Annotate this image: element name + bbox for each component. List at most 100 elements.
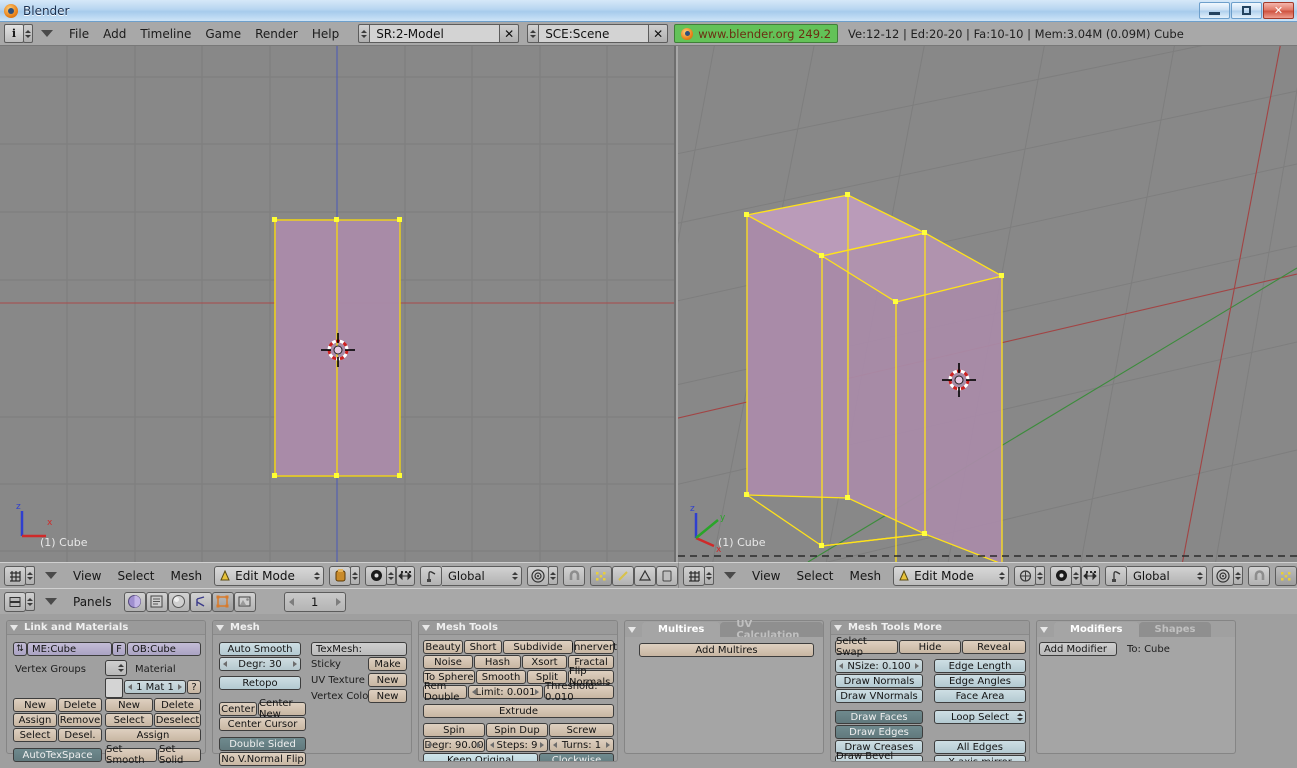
tab-modifiers[interactable]: Modifiers: [1054, 622, 1139, 637]
material-select-button[interactable]: Select: [105, 713, 153, 727]
face-select-mode-left[interactable]: [634, 565, 656, 586]
mesh-browse-icon[interactable]: ⇅: [13, 642, 27, 656]
viewport-left-menu-mesh[interactable]: Mesh: [163, 569, 211, 583]
threshold-slider[interactable]: Threshold: 0.010: [544, 681, 614, 703]
tab-shapes[interactable]: Shapes: [1138, 622, 1212, 637]
screen-selector[interactable]: SR:2-Model ✕: [358, 24, 520, 43]
manipulator-toggle-left[interactable]: [396, 565, 415, 586]
menu-render[interactable]: Render: [248, 27, 305, 41]
loop-select-dropdown[interactable]: Loop Select: [934, 710, 1026, 724]
set-solid-button[interactable]: Set Solid: [158, 744, 201, 766]
retopo-button[interactable]: Retopo: [219, 676, 301, 690]
spin-steps-slider[interactable]: Steps: 9: [486, 738, 548, 752]
editing-icon[interactable]: [211, 591, 234, 612]
subdivide-button[interactable]: Subdivide: [503, 640, 573, 654]
minimize-button[interactable]: [1199, 2, 1230, 19]
innervert-button[interactable]: Innervert: [571, 640, 617, 654]
screw-button[interactable]: Screw: [549, 723, 614, 737]
menu-file[interactable]: File: [62, 27, 96, 41]
material-new-button[interactable]: New: [105, 698, 153, 712]
rem-double-button[interactable]: Rem Double: [423, 681, 467, 703]
edge-select-mode-left[interactable]: [612, 565, 634, 586]
select-swap-button[interactable]: Select Swap: [835, 636, 898, 658]
viewport-left-mode-selector[interactable]: Edit Mode: [214, 565, 324, 586]
panel-collapse-icon[interactable]: [422, 624, 430, 631]
snap-magnet-icon-left[interactable]: [563, 565, 585, 586]
clockwise-button[interactable]: Clockwise: [539, 753, 614, 761]
viewport-right-mode-selector[interactable]: Edit Mode: [893, 565, 1009, 586]
spin-turns-slider[interactable]: Turns: 1: [549, 738, 614, 752]
vgroup-delete-button[interactable]: Delete: [58, 698, 102, 712]
center-cursor-button[interactable]: Center Cursor: [219, 717, 306, 731]
menu-game[interactable]: Game: [198, 27, 248, 41]
material-index-selector[interactable]: 1 Mat 1: [124, 680, 186, 694]
pivot-center-spinner-right[interactable]: [1233, 566, 1243, 585]
noise-button[interactable]: Noise: [423, 655, 473, 669]
hash-button[interactable]: Hash: [474, 655, 521, 669]
limit-slider[interactable]: Limit: 0.001: [468, 685, 543, 699]
material-delete-button[interactable]: Delete: [154, 698, 201, 712]
shading-icon[interactable]: [167, 591, 190, 612]
panel-collapse-icon[interactable]: [1040, 627, 1048, 633]
autotexspace-button[interactable]: AutoTexSpace: [13, 748, 102, 762]
menu-timeline[interactable]: Timeline: [133, 27, 198, 41]
viewport-right-menu-mesh[interactable]: Mesh: [842, 569, 890, 583]
extrude-button[interactable]: Extrude: [423, 704, 614, 718]
menu-add[interactable]: Add: [96, 27, 133, 41]
no-vnormal-flip-button[interactable]: No V.Normal Flip: [219, 752, 306, 766]
viewport-3d-user[interactable]: z y x (1) Cube: [678, 46, 1297, 562]
draw-vnormals-button[interactable]: Draw VNormals: [835, 689, 923, 703]
fake-user-button[interactable]: F: [112, 642, 126, 656]
smooth-button[interactable]: Smooth: [476, 670, 526, 684]
draw-type-spinner-right[interactable]: [1035, 566, 1045, 585]
spin-dup-button[interactable]: Spin Dup: [486, 723, 548, 737]
pivot-center-icon-left[interactable]: [527, 565, 549, 586]
transform-orientation-right[interactable]: Global: [1127, 565, 1207, 586]
panel-link-and-materials-title[interactable]: Link and Materials: [7, 621, 205, 635]
pivot-center-icon-right[interactable]: [1212, 565, 1234, 586]
vgroup-new-button[interactable]: New: [13, 698, 57, 712]
scene-icon[interactable]: [233, 591, 256, 612]
logic-icon[interactable]: [123, 591, 146, 612]
manipulator-toggle-right[interactable]: [1081, 565, 1100, 586]
vgroup-select-button[interactable]: Select: [13, 728, 57, 742]
center-button[interactable]: Center: [219, 702, 257, 716]
menu-help[interactable]: Help: [305, 27, 346, 41]
double-sided-button[interactable]: Double Sided: [219, 737, 306, 751]
panel-collapse-icon[interactable]: [216, 624, 224, 631]
frame-stepper[interactable]: 1: [283, 591, 346, 612]
rotation-pivot-icon-right[interactable]: [1050, 565, 1072, 586]
screen-name-field[interactable]: SR:2-Model: [370, 24, 501, 43]
vgroup-desel-button[interactable]: Desel.: [58, 728, 102, 742]
texmesh-field[interactable]: TexMesh:: [311, 642, 407, 656]
mesh-name-field[interactable]: ME:Cube: [27, 642, 112, 656]
draw-type-icon-left[interactable]: [329, 565, 351, 586]
draw-bevel-weights-button[interactable]: Draw Bevel Weights: [835, 751, 923, 761]
panel-mesh-title[interactable]: Mesh: [213, 621, 411, 635]
editor-type-icon-right[interactable]: [683, 565, 705, 586]
center-new-button[interactable]: Center New: [258, 698, 306, 720]
object-name-field[interactable]: OB:Cube: [127, 642, 201, 656]
panel-mesh-tools-title[interactable]: Mesh Tools: [419, 621, 617, 635]
collapse-header-icon-buttons[interactable]: [45, 598, 57, 605]
translate-manipulator-icon-right[interactable]: [1105, 565, 1127, 586]
vertex-group-browse[interactable]: [105, 660, 127, 676]
vgroup-assign-button[interactable]: Assign: [13, 713, 57, 727]
keep-original-button[interactable]: Keep Original: [423, 753, 538, 761]
editor-type-spinner-buttons[interactable]: [25, 592, 35, 611]
snap-magnet-icon-right[interactable]: [1248, 565, 1270, 586]
screen-browse-icon[interactable]: [358, 24, 371, 43]
rotation-pivot-icon-left[interactable]: [365, 565, 387, 586]
pivot-center-spinner-left[interactable]: [548, 566, 558, 585]
xsort-button[interactable]: Xsort: [522, 655, 567, 669]
vertex-select-mode-right[interactable]: [1275, 565, 1297, 586]
set-smooth-button[interactable]: Set Smooth: [105, 744, 157, 766]
vertex-select-mode-left[interactable]: [590, 565, 612, 586]
translate-manipulator-icon-left[interactable]: [420, 565, 442, 586]
draw-type-icon-right[interactable]: [1014, 565, 1036, 586]
nsize-slider[interactable]: NSize: 0.100: [835, 659, 923, 673]
auto-smooth-degr-slider[interactable]: Degr: 30: [219, 657, 301, 671]
editor-type-spinner-right[interactable]: [704, 566, 714, 585]
x-axis-mirror-button[interactable]: X-axis mirror: [934, 755, 1026, 761]
script-icon[interactable]: [145, 591, 168, 612]
